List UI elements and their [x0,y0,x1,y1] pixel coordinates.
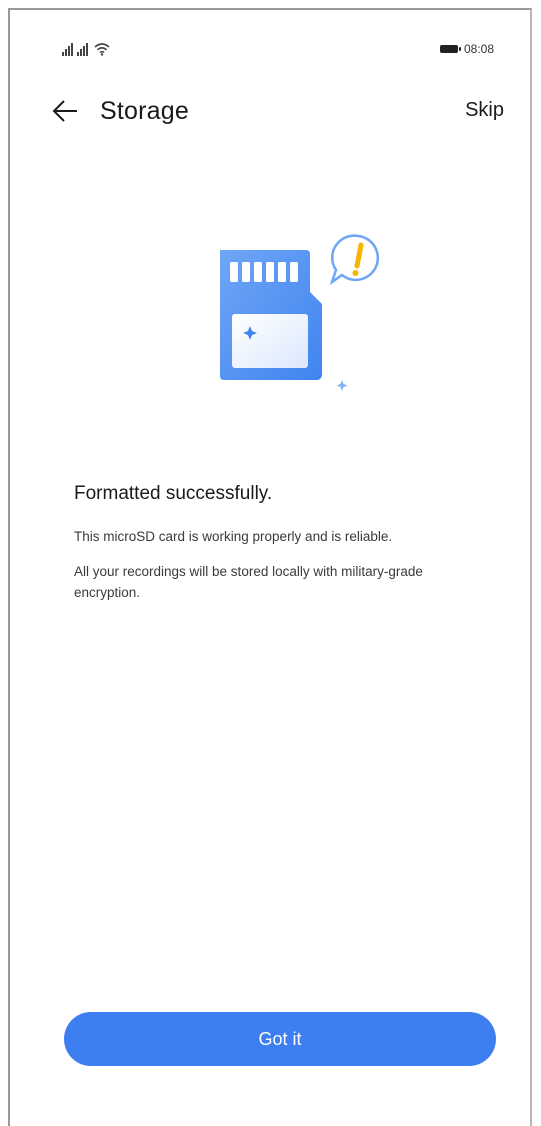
message-body: All your recordings will be stored local… [74,564,423,600]
got-it-button[interactable]: Got it [64,1012,496,1066]
back-button[interactable] [48,94,82,128]
status-time: 08:08 [463,42,494,56]
phone-screen: 08:08 Storage Skip Formatted successfull… [8,8,532,1126]
cellular-signal-icon [77,42,88,56]
message-block: Formatted successfully. This microSD car… [74,482,474,617]
sparkle-icon [336,380,348,391]
arrow-left-icon [52,100,77,122]
battery-icon [439,45,461,53]
microsd-card-illustration [220,234,380,391]
message-title: Formatted successfully. [74,483,273,504]
page-title: Storage [100,97,189,125]
status-bar: 08:08 [10,40,530,64]
signal-group [62,42,110,56]
header: Storage Skip [10,90,530,130]
message-body: This microSD card is working properly an… [74,529,393,544]
skip-button[interactable]: Skip [465,99,504,122]
wifi-icon [94,43,110,56]
exclamation-bubble-icon [329,234,380,286]
battery-time-group: 08:08 [439,42,494,56]
cellular-signal-icon [62,42,73,56]
